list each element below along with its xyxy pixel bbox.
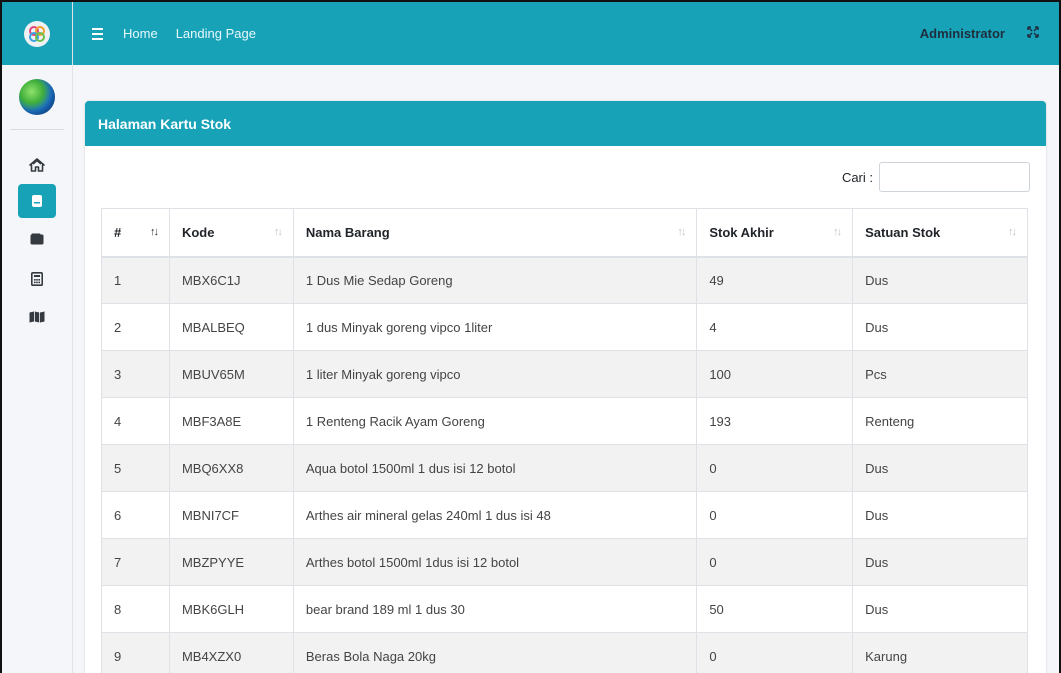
- nav-link-home[interactable]: Home: [123, 26, 158, 41]
- sort-icon: ↑↓: [833, 226, 842, 239]
- cell-stok-akhir: 100: [696, 350, 854, 398]
- column-header-satuan-stok[interactable]: Satuan Stok ↑↓: [852, 208, 1028, 258]
- cell-satuan-stok: Renteng: [852, 397, 1028, 445]
- cell-satuan-stok: Dus: [852, 491, 1028, 539]
- table-row: 4 MBF3A8E 1 Renteng Racik Ayam Goreng 19…: [101, 397, 1028, 445]
- cell-nama-barang: Aqua botol 1500ml 1 dus isi 12 botol: [292, 444, 698, 492]
- stock-table: # ↑↓ Kode ↑↓ Nama Barang ↑↓ Stok Akhir ↑↓ Sa…: [101, 208, 1028, 673]
- book-icon: [32, 195, 42, 207]
- sidebar: [2, 2, 73, 673]
- user-avatar-globe-icon[interactable]: [19, 79, 55, 115]
- sidebar-item-map[interactable]: [18, 300, 56, 334]
- home-icon: [29, 158, 45, 172]
- cell-kode: MBQ6XX8: [168, 444, 294, 492]
- hamburger-menu-icon[interactable]: [92, 27, 103, 40]
- sidebar-item-calculator[interactable]: [18, 262, 56, 296]
- cell-satuan-stok: Pcs: [852, 350, 1028, 398]
- cell-number: 6: [101, 491, 170, 539]
- sort-icon: ↑↓: [677, 226, 686, 239]
- kartu-stok-card: Halaman Kartu Stok Cari : # ↑↓ Kode ↑↓ Nam…: [85, 101, 1046, 673]
- cell-kode: MBZPYYE: [168, 538, 294, 586]
- cell-nama-barang: 1 Dus Mie Sedap Goreng: [292, 256, 698, 304]
- table-row: 9 MB4XZX0 Beras Bola Naga 20kg 0 Karung: [101, 632, 1028, 673]
- cell-number: 8: [101, 585, 170, 633]
- sort-icon: ↑↓: [273, 226, 283, 239]
- cell-satuan-stok: Dus: [852, 585, 1028, 633]
- cell-satuan-stok: Dus: [852, 303, 1028, 351]
- cell-stok-akhir: 4: [696, 303, 854, 351]
- cell-kode: MBK6GLH: [168, 585, 294, 633]
- user-menu[interactable]: Administrator: [920, 26, 1005, 41]
- table-row: 6 MBNI7CF Arthes air mineral gelas 240ml…: [101, 491, 1028, 539]
- cell-kode: MBX6C1J: [168, 256, 294, 304]
- column-header-nama-barang[interactable]: Nama Barang ↑↓: [292, 208, 698, 258]
- search-label: Cari :: [841, 169, 873, 185]
- calculator-icon: [31, 272, 43, 286]
- cell-satuan-stok: Dus: [852, 538, 1028, 586]
- table-row: 3 MBUV65M 1 liter Minyak goreng vipco 10…: [101, 350, 1028, 398]
- cell-satuan-stok: Dus: [852, 256, 1028, 304]
- app-logo-icon: [24, 20, 50, 47]
- cell-stok-akhir: 49: [696, 256, 854, 304]
- cell-nama-barang: 1 liter Minyak goreng vipco: [292, 350, 698, 398]
- table-row: 5 MBQ6XX8 Aqua botol 1500ml 1 dus isi 12…: [101, 444, 1028, 492]
- cell-kode: MBALBEQ: [168, 303, 294, 351]
- sort-asc-icon: ↑↓: [149, 226, 159, 239]
- sidebar-item-kartu-stok[interactable]: [18, 184, 56, 218]
- sidebar-item-wallet[interactable]: [18, 222, 56, 256]
- map-icon: [29, 311, 45, 323]
- cell-number: 7: [101, 538, 170, 586]
- cell-stok-akhir: 0: [696, 538, 854, 586]
- cell-number: 1: [101, 256, 170, 304]
- sidebar-divider: [10, 129, 64, 130]
- cell-number: 9: [101, 632, 170, 673]
- sort-icon: ↑↓: [1008, 226, 1017, 239]
- cell-kode: MBUV65M: [168, 350, 294, 398]
- column-header-kode[interactable]: Kode ↑↓: [168, 208, 294, 258]
- cell-stok-akhir: 0: [696, 444, 854, 492]
- cell-nama-barang: Arthes botol 1500ml 1dus isi 12 botol: [292, 538, 698, 586]
- cell-number: 5: [101, 444, 170, 492]
- cell-nama-barang: Beras Bola Naga 20kg: [292, 632, 698, 673]
- sidebar-brand[interactable]: [2, 2, 72, 65]
- cell-number: 4: [101, 397, 170, 445]
- nav-link-landing-page[interactable]: Landing Page: [176, 26, 256, 41]
- table-row: 8 MBK6GLH bear brand 189 ml 1 dus 30 50 …: [101, 585, 1028, 633]
- cell-stok-akhir: 0: [696, 632, 854, 673]
- cell-satuan-stok: Karung: [852, 632, 1028, 673]
- table-row: 1 MBX6C1J 1 Dus Mie Sedap Goreng 49 Dus: [101, 256, 1028, 304]
- cell-stok-akhir: 0: [696, 491, 854, 539]
- main-content: Halaman Kartu Stok Cari : # ↑↓ Kode ↑↓ Nam…: [73, 65, 1059, 673]
- cell-kode: MBNI7CF: [168, 491, 294, 539]
- cell-number: 2: [101, 303, 170, 351]
- cell-kode: MB4XZX0: [168, 632, 294, 673]
- cell-nama-barang: Arthes air mineral gelas 240ml 1 dus isi…: [292, 491, 698, 539]
- search-input[interactable]: [879, 162, 1030, 192]
- column-header-stok-akhir[interactable]: Stok Akhir ↑↓: [696, 208, 854, 258]
- cell-nama-barang: bear brand 189 ml 1 dus 30: [292, 585, 698, 633]
- cell-satuan-stok: Dus: [852, 444, 1028, 492]
- table-row: 7 MBZPYYE Arthes botol 1500ml 1dus isi 1…: [101, 538, 1028, 586]
- cell-stok-akhir: 50: [696, 585, 854, 633]
- cell-stok-akhir: 193: [696, 397, 854, 445]
- table-header-row: # ↑↓ Kode ↑↓ Nama Barang ↑↓ Stok Akhir ↑↓ Sa…: [101, 208, 1028, 258]
- cell-nama-barang: 1 dus Minyak goreng vipco 1liter: [292, 303, 698, 351]
- cell-kode: MBF3A8E: [168, 397, 294, 445]
- cell-number: 3: [101, 350, 170, 398]
- fullscreen-expand-icon[interactable]: [1027, 25, 1039, 43]
- table-row: 2 MBALBEQ 1 dus Minyak goreng vipco 1lit…: [101, 303, 1028, 351]
- top-navbar: Home Landing Page Administrator: [73, 2, 1059, 65]
- wallet-icon: [30, 233, 44, 245]
- cell-nama-barang: 1 Renteng Racik Ayam Goreng: [292, 397, 698, 445]
- sidebar-item-home[interactable]: [18, 148, 56, 182]
- search-row: Cari :: [85, 146, 1046, 208]
- column-header-number[interactable]: # ↑↓: [101, 208, 170, 258]
- card-title: Halaman Kartu Stok: [85, 101, 1046, 146]
